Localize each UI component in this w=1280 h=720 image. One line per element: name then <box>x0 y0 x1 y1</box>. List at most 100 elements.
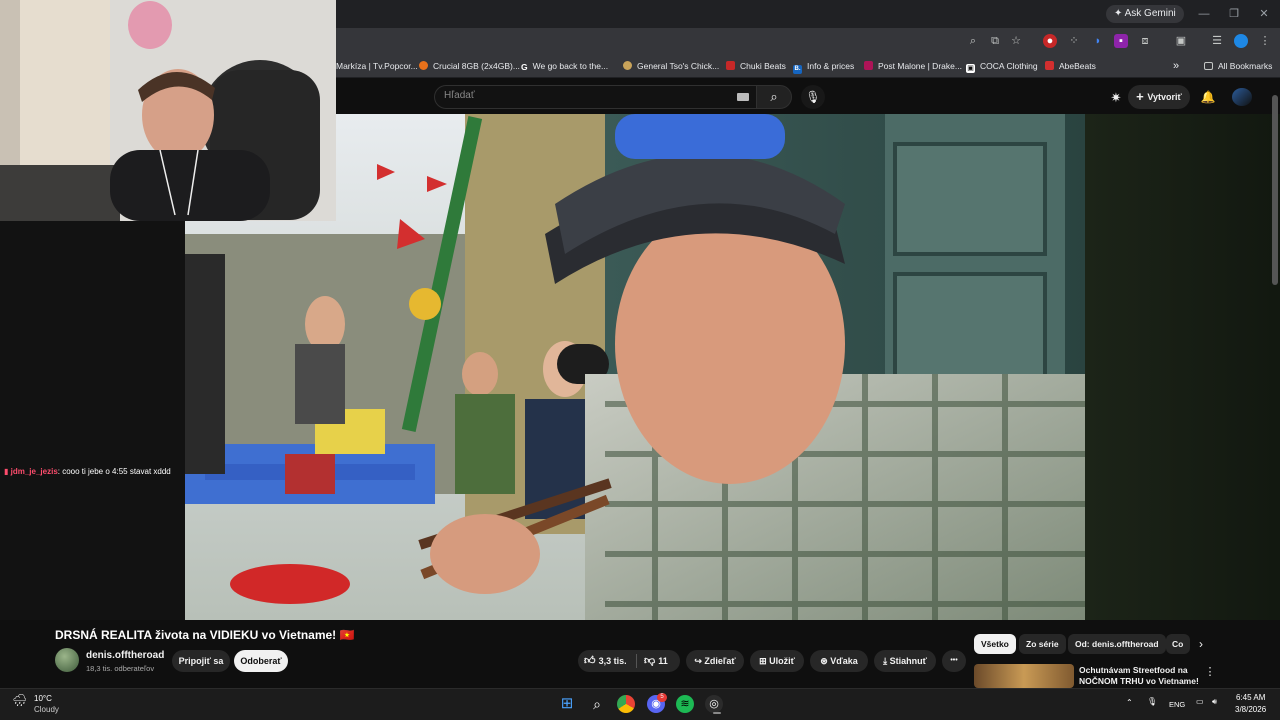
chip-partial[interactable]: Co <box>1166 634 1190 654</box>
like-button[interactable]: 👍︎ 3,3 tis. <box>584 650 627 672</box>
minimize-icon[interactable]: — <box>1194 5 1214 23</box>
split-view-icon[interactable]: ▣ <box>1174 34 1188 48</box>
tray-mic-icon[interactable]: 🎙 <box>1147 697 1157 706</box>
account-avatar[interactable] <box>1232 88 1252 106</box>
taskbar-search-icon[interactable]: ⌕ <box>588 695 606 713</box>
channel-avatar[interactable] <box>55 648 79 672</box>
spotify-icon[interactable]: ≋ <box>676 695 694 713</box>
search-input[interactable] <box>434 85 756 109</box>
bookmark-label: AbeBeats <box>1059 61 1096 71</box>
tray-overflow-icon[interactable]: ⌃ <box>1126 698 1133 707</box>
bookmark-favicon: ▣ <box>966 64 975 73</box>
chat-username: jdm_je_jezis <box>10 467 58 476</box>
bookmark-item[interactable]: ▣ COCA Clothing <box>966 58 1038 74</box>
bookmark-label: General Tso's Chick... <box>637 61 720 71</box>
weather-desc[interactable]: Cloudy <box>34 705 59 714</box>
bookmark-favicon <box>726 61 735 70</box>
bookmark-item[interactable]: Markíza | Tv.Popcor... <box>336 58 418 74</box>
gemini-sparkle-icon[interactable]: ✷ <box>1108 90 1124 106</box>
obs-icon[interactable]: ◎ <box>705 695 723 713</box>
thanks-label: Vďaka <box>830 656 858 666</box>
browser-menu-icon[interactable]: ⋮ <box>1258 34 1272 48</box>
thanks-button[interactable]: ⊛ Vďaka <box>810 650 868 672</box>
page-scrollbar[interactable] <box>1272 95 1278 285</box>
more-bookmarks-icon[interactable]: » <box>1173 58 1179 74</box>
dislike-count: 11 <box>658 656 668 666</box>
clock-date[interactable]: 3/8/2026 <box>1235 705 1266 714</box>
channel-name[interactable]: denis.offtheroad <box>86 650 164 661</box>
video-title: DRSNÁ REALITA života na VIDIEKU vo Vietn… <box>55 628 355 642</box>
subscribe-button[interactable]: Odoberať <box>234 650 288 672</box>
save-label: Uložiť <box>769 656 795 666</box>
ask-gemini-button[interactable]: ✦ Ask Gemini <box>1106 5 1184 23</box>
google-icon: G <box>521 62 528 72</box>
chevron-right-icon[interactable]: › <box>1193 636 1209 652</box>
dislike-button[interactable]: 👎︎ 11 <box>644 650 668 672</box>
bookmark-item[interactable]: Post Malone | Drake... <box>864 58 962 74</box>
bookmark-item[interactable]: Crucial 8GB (2x4GB)... <box>419 58 520 74</box>
subscriber-count: 18,3 tis. odberateľov <box>86 664 155 673</box>
bookmark-favicon <box>623 61 632 70</box>
keyboard-icon[interactable] <box>737 93 749 101</box>
bookmark-label: Info & prices <box>807 61 855 71</box>
stream-chat-message: ▮ jdm_je_jezis: cooo ti jebe o 4:55 stav… <box>4 467 171 476</box>
tab-search-icon[interactable]: ☰ <box>1210 34 1224 48</box>
close-window-icon[interactable]: ✕ <box>1254 5 1274 23</box>
volume-icon[interactable]: 🔊︎ <box>1212 697 1217 707</box>
bookmark-label: Crucial 8GB (2x4GB)... <box>433 61 520 71</box>
download-label: Stiahnuť <box>889 656 927 666</box>
download-button[interactable]: ⤓ Stiahnuť <box>874 650 936 672</box>
chat-badge-icon: ▮ <box>4 467 11 476</box>
search-button[interactable]: ⌕ <box>756 85 792 109</box>
notifications-bell-icon[interactable]: 🔔 <box>1200 89 1216 105</box>
weather-temp[interactable]: 10°C <box>34 694 52 703</box>
voice-search-button[interactable]: 🎙 <box>801 85 825 109</box>
save-button[interactable]: ⊞ Uložiť <box>750 650 804 672</box>
like-count: 3,3 tis. <box>598 656 627 666</box>
share-label: Zdieľať <box>704 656 736 666</box>
recommended-menu-icon[interactable]: ⋮ <box>1204 665 1216 679</box>
profile-avatar[interactable] <box>1234 34 1248 48</box>
search-placeholder: Hľadať <box>444 90 475 101</box>
share-button[interactable]: ↪ Zdieľať <box>686 650 744 672</box>
chip-from-channel[interactable]: Od: denis.offtheroad <box>1068 634 1166 654</box>
active-app-indicator <box>713 712 721 714</box>
clock-time[interactable]: 6:45 AM <box>1236 693 1265 702</box>
more-actions-button[interactable]: ••• <box>942 650 966 672</box>
bookmark-item[interactable]: B. Info & prices <box>793 58 854 74</box>
bookmark-label: Post Malone | Drake... <box>878 61 962 71</box>
extensions-puzzle-icon[interactable]: ⧈ <box>1138 34 1152 48</box>
ask-gemini-label: Ask Gemini <box>1124 8 1176 19</box>
thanks-icon: ⊛ <box>820 656 831 666</box>
extension-blue-icon[interactable]: ◗ <box>1091 34 1105 48</box>
windows-taskbar <box>0 688 1280 720</box>
cast-icon[interactable]: ⧉ <box>988 34 1002 48</box>
bookmark-star-icon[interactable]: ☆ <box>1009 34 1023 48</box>
chip-series[interactable]: Zo série <box>1019 634 1066 654</box>
extension-purple-icon[interactable]: ▪ <box>1114 34 1128 48</box>
save-icon: ⊞ <box>759 656 770 666</box>
create-button[interactable]: + Vytvoriť <box>1128 85 1190 109</box>
all-bookmarks-button[interactable]: All Bookmarks <box>1204 58 1272 74</box>
maximize-icon[interactable]: ❐ <box>1224 5 1244 23</box>
extension-grey-icon[interactable]: ⁘ <box>1067 34 1081 48</box>
bookmark-item[interactable]: Chuki Beats <box>726 58 786 74</box>
network-icon[interactable]: ▭ <box>1196 697 1204 706</box>
bookmark-item[interactable]: G We go back to the... <box>521 58 608 74</box>
extension-red-icon[interactable]: ● <box>1043 34 1057 48</box>
windows-start-icon[interactable]: ⊞ <box>558 695 576 713</box>
chip-all[interactable]: Všetko <box>974 634 1016 654</box>
chrome-icon[interactable] <box>617 695 635 713</box>
join-button[interactable]: Pripojiť sa <box>172 650 230 672</box>
weather-icon[interactable]: 🌧 <box>12 693 30 707</box>
chat-text: : cooo ti jebe o 4:55 stavat xddd <box>57 467 171 476</box>
gemini-icon: ✦ <box>1114 8 1125 19</box>
recommended-thumbnail[interactable] <box>974 664 1074 688</box>
bookmark-item[interactable]: AbeBeats <box>1045 58 1096 74</box>
bookmark-item[interactable]: General Tso's Chick... <box>623 58 719 74</box>
folder-icon <box>1204 62 1213 70</box>
zoom-icon[interactable]: ⌕ <box>966 34 980 48</box>
language-indicator[interactable]: ENG <box>1169 700 1185 709</box>
create-label: Vytvoriť <box>1147 92 1182 102</box>
more-bookmarks-glyph: » <box>1173 60 1180 72</box>
